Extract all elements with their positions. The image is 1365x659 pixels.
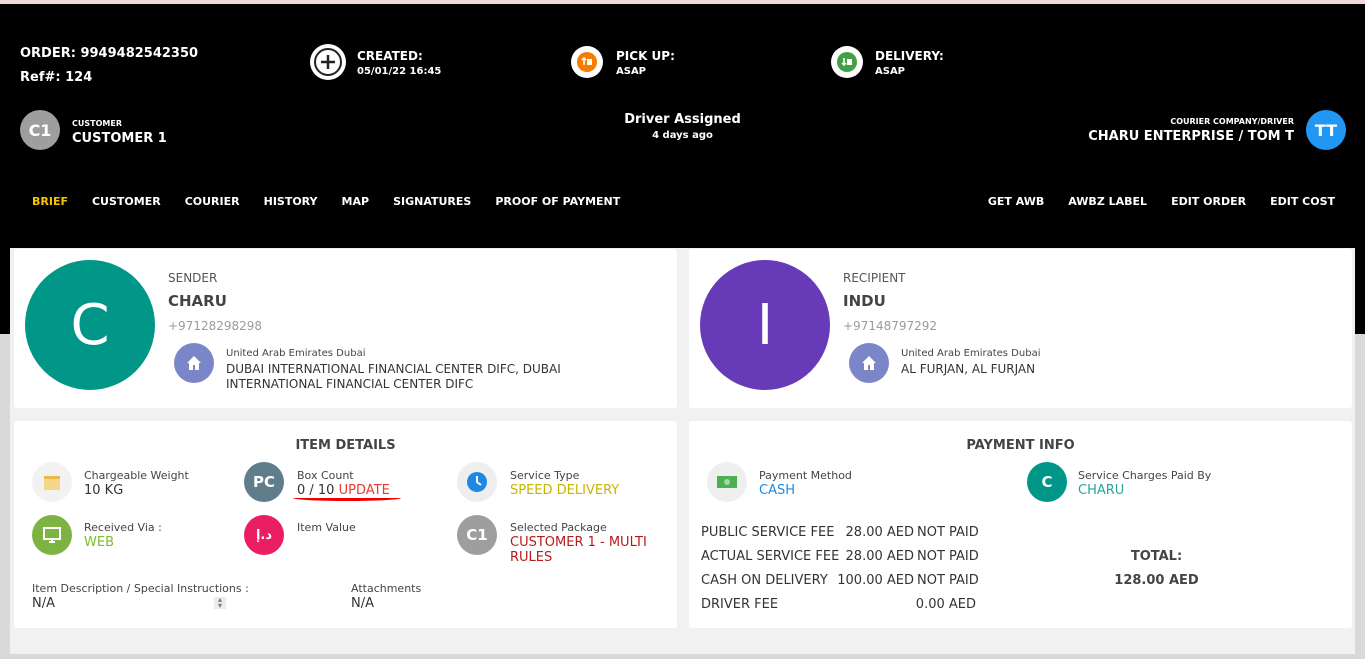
delivery-status <box>831 46 863 78</box>
created-value: 05/01/22 16:45 <box>357 66 442 77</box>
cash-icon <box>707 462 747 502</box>
box-count-underline <box>293 495 401 501</box>
plus-circle-icon <box>310 44 346 80</box>
recipient-phone[interactable]: +97148797292 <box>843 319 937 333</box>
tab-history[interactable]: HISTORY <box>264 195 318 208</box>
box-count-label: Box Count <box>297 469 354 482</box>
paid-by-label: Service Charges Paid By <box>1078 469 1212 482</box>
monitor-icon <box>32 515 72 555</box>
payment-method-label: Payment Method <box>759 469 852 482</box>
customer-name[interactable]: CUSTOMER 1 <box>72 131 167 146</box>
payment-info-title: PAYMENT INFO <box>966 438 1075 453</box>
recipient-avatar: I <box>700 260 830 390</box>
weight-label: Chargeable Weight <box>84 469 189 482</box>
tab-brief[interactable]: BRIEF <box>32 195 68 208</box>
payment-info-card: PAYMENT INFO Payment Method CASH C Servi… <box>689 421 1352 628</box>
service-type-label: Service Type <box>510 469 580 482</box>
currency-icon: د.إ <box>244 515 284 555</box>
sender-address-line2: INTERNATIONAL FINANCIAL CENTER DIFC <box>226 377 474 391</box>
courier-name[interactable]: CHARU ENTERPRISE / TOM T <box>1088 129 1294 144</box>
customer-caption: CUSTOMER <box>72 119 122 128</box>
sender-region: United Arab Emirates Dubai <box>226 348 366 359</box>
tab-signatures[interactable]: SIGNATURES <box>393 195 471 208</box>
selected-package-icon: C1 <box>457 515 497 555</box>
driver-status-time: 4 days ago <box>652 130 713 141</box>
fee-label-driver: DRIVER FEE <box>701 597 779 612</box>
description-resize-handle[interactable]: ▴ ▾ <box>214 596 226 610</box>
item-details-card: ITEM DETAILS Chargeable Weight 10 KG PC … <box>14 421 677 628</box>
item-description-value: N/A <box>32 596 55 611</box>
created-label: CREATED: <box>357 49 423 63</box>
home-icon <box>849 343 889 383</box>
item-details-title: ITEM DETAILS <box>295 438 396 453</box>
tab-map[interactable]: MAP <box>342 195 370 208</box>
sender-label: SENDER <box>168 271 218 285</box>
attachments-value: N/A <box>351 596 374 611</box>
tab-proof-of-payment[interactable]: PROOF OF PAYMENT <box>495 195 620 208</box>
fee-status-actual: NOT PAID <box>917 549 979 564</box>
received-via-value: WEB <box>84 535 114 550</box>
item-value-label: Item Value <box>297 521 356 534</box>
weight-value: 10 KG <box>84 483 124 498</box>
courier-caption: COURIER COMPANY/DRIVER <box>1170 117 1294 126</box>
sender-avatar: C <box>25 260 155 390</box>
clock-icon <box>457 462 497 502</box>
detail-tabs: BRIEF CUSTOMER COURIER HISTORY MAP SIGNA… <box>32 195 620 208</box>
recipient-region: United Arab Emirates Dubai <box>901 348 1041 359</box>
recipient-name: INDU <box>843 292 886 310</box>
tab-customer[interactable]: CUSTOMER <box>92 195 161 208</box>
created-status <box>310 44 346 80</box>
awbz-label-button[interactable]: AWBZ LABEL <box>1068 195 1147 208</box>
fee-amount-public: 28.00 AED <box>845 525 914 540</box>
recipient-card: I RECIPIENT INDU +97148797292 United Ara… <box>689 249 1352 408</box>
package-icon <box>32 462 72 502</box>
selected-package-value-line2[interactable]: RULES <box>510 550 552 565</box>
edit-order-button[interactable]: EDIT ORDER <box>1171 195 1246 208</box>
paid-by-value: CHARU <box>1078 483 1125 498</box>
fee-amount-actual: 28.00 AED <box>845 549 914 564</box>
fee-status-cod: NOT PAID <box>917 573 979 588</box>
tab-courier[interactable]: COURIER <box>185 195 240 208</box>
order-number: ORDER: 9949482542350 <box>20 46 199 61</box>
paid-by-avatar: C <box>1027 462 1067 502</box>
service-type-value: SPEED DELIVERY <box>510 483 620 498</box>
pickup-icon <box>571 46 603 78</box>
sender-name: CHARU <box>168 292 227 310</box>
total-label: TOTAL: <box>1130 549 1183 564</box>
get-awb-button[interactable]: GET AWB <box>988 195 1044 208</box>
home-icon <box>174 343 214 383</box>
item-description-label: Item Description / Special Instructions … <box>32 582 249 595</box>
courier-avatar[interactable]: TT <box>1306 110 1346 150</box>
fee-amount-driver: 0.00 AED <box>915 597 976 612</box>
selected-package-label: Selected Package <box>510 521 607 534</box>
pickup-label: PICK UP: <box>616 49 675 63</box>
fee-amount-cod: 100.00 AED <box>837 573 914 588</box>
recipient-label: RECIPIENT <box>843 271 906 285</box>
customer-avatar[interactable]: C1 <box>20 110 60 150</box>
pickup-value: ASAP <box>616 66 647 77</box>
ref-number: Ref#: 124 <box>20 70 93 85</box>
sender-phone[interactable]: +97128298298 <box>168 319 262 333</box>
delivery-label: DELIVERY: <box>875 49 944 63</box>
box-count-icon: PC <box>244 462 284 502</box>
recipient-address-line1: AL FURJAN, AL FURJAN <box>901 362 1036 376</box>
fee-status-public: NOT PAID <box>917 525 979 540</box>
order-actions: GET AWB AWBZ LABEL EDIT ORDER EDIT COST <box>988 195 1335 208</box>
edit-cost-button[interactable]: EDIT COST <box>1270 195 1335 208</box>
received-via-label: Received Via : <box>84 521 162 534</box>
sender-card: C SENDER CHARU +97128298298 United Arab … <box>14 249 677 408</box>
total-value: 128.00 AED <box>1114 573 1199 588</box>
attachments-label: Attachments <box>351 582 422 595</box>
delivery-icon <box>831 46 863 78</box>
selected-package-value-line1[interactable]: CUSTOMER 1 - MULTI <box>510 535 647 550</box>
sender-address-line1: DUBAI INTERNATIONAL FINANCIAL CENTER DIF… <box>226 362 561 376</box>
payment-method-value: CASH <box>759 483 795 498</box>
delivery-value: ASAP <box>875 66 906 77</box>
pickup-status <box>571 46 603 78</box>
driver-status-title: Driver Assigned <box>624 112 741 127</box>
